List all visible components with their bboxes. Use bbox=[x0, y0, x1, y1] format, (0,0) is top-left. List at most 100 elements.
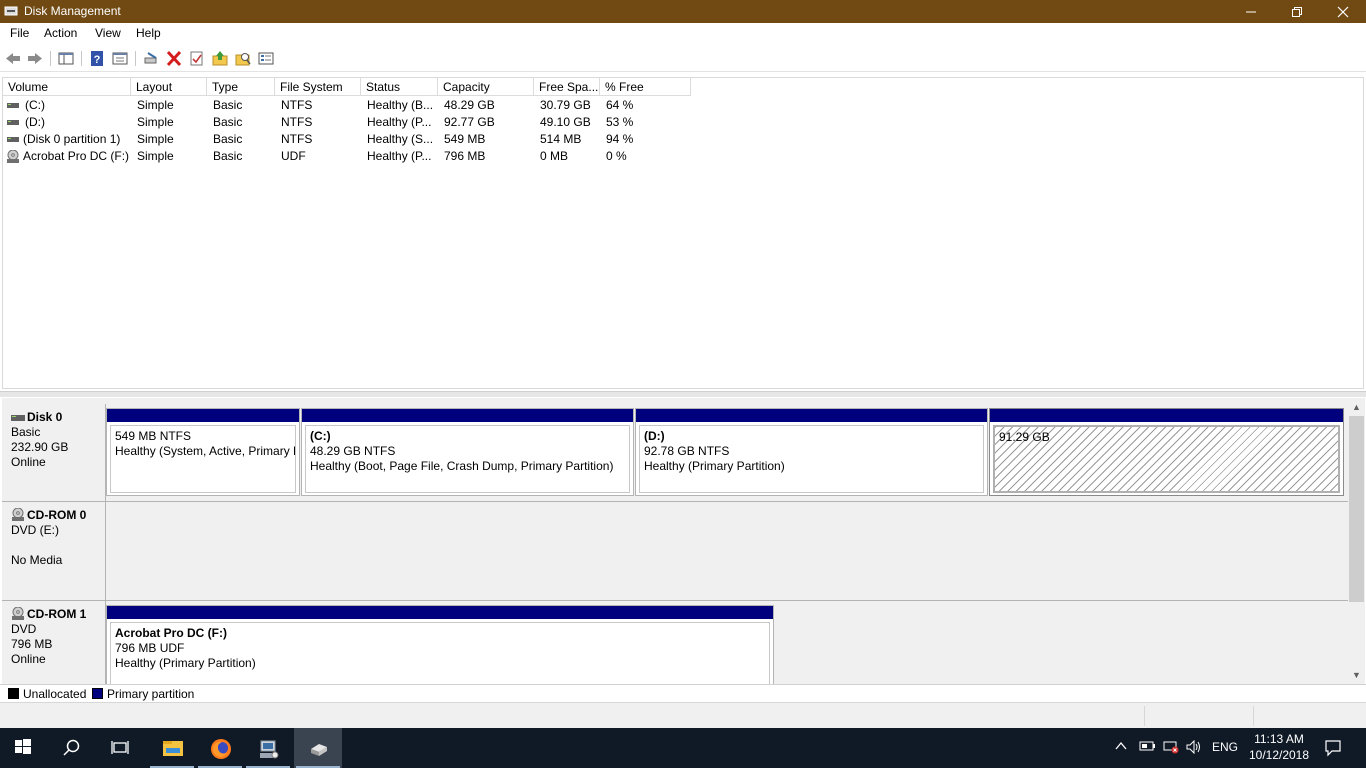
column-header-free-space[interactable]: Free Spa... bbox=[534, 78, 600, 96]
properties-button[interactable] bbox=[111, 50, 129, 67]
settings-button[interactable] bbox=[257, 50, 275, 67]
show-hidden-icons-icon[interactable] bbox=[1115, 740, 1127, 754]
scroll-up-icon[interactable]: ▲ bbox=[1352, 402, 1361, 412]
drive-icon bbox=[7, 137, 19, 142]
cell-percent-free: 53 % bbox=[606, 115, 634, 129]
task-view-button[interactable] bbox=[96, 728, 144, 768]
partition-size: 92.78 GB NTFS bbox=[644, 444, 730, 458]
delete-icon bbox=[166, 50, 182, 67]
cell-file-system: NTFS bbox=[281, 132, 313, 146]
show-hide-console-tree-button[interactable] bbox=[57, 50, 75, 67]
window-title: Disk Management bbox=[24, 4, 121, 18]
table-row[interactable]: (C:) Simple Basic NTFS Healthy (B... 48.… bbox=[3, 97, 693, 114]
disk-management-icon bbox=[4, 6, 18, 16]
partition-c[interactable]: (C:) 48.29 GB NTFS Healthy (Boot, Page F… bbox=[301, 408, 634, 496]
disk-0-label[interactable]: Disk 0 Basic 232.90 GB Online bbox=[2, 404, 106, 501]
volume-icon[interactable] bbox=[1186, 739, 1204, 757]
menu-view[interactable]: View bbox=[95, 26, 121, 40]
partition-name: (D:) bbox=[644, 429, 665, 443]
cell-type: Basic bbox=[213, 98, 243, 112]
scroll-down-icon[interactable]: ▼ bbox=[1352, 670, 1361, 680]
column-header-type[interactable]: Type bbox=[207, 78, 275, 96]
cell-status: Healthy (P... bbox=[367, 115, 432, 129]
cell-layout: Simple bbox=[137, 132, 174, 146]
column-header-percent-free[interactable]: % Free bbox=[600, 78, 691, 96]
task-view-icon bbox=[111, 741, 129, 754]
drive-icon bbox=[7, 103, 19, 108]
firefox-button[interactable] bbox=[196, 728, 244, 768]
table-row[interactable]: Acrobat Pro DC (F:) Simple Basic UDF Hea… bbox=[3, 148, 693, 165]
partition-d[interactable]: (D:) 92.78 GB NTFS Healthy (Primary Part… bbox=[635, 408, 988, 496]
disk-management-taskbar-button[interactable] bbox=[294, 728, 342, 768]
column-header-file-system[interactable]: File System bbox=[275, 78, 361, 96]
connect-button[interactable] bbox=[142, 50, 160, 67]
file-explorer-button[interactable] bbox=[148, 728, 196, 768]
check-icon bbox=[190, 51, 203, 66]
open-button[interactable] bbox=[211, 50, 229, 67]
menu-help[interactable]: Help bbox=[136, 26, 161, 40]
cd-rom-0-label[interactable]: CD-ROM 0 DVD (E:) No Media bbox=[2, 502, 106, 600]
disk-name: Disk 0 bbox=[27, 410, 63, 424]
disk-row-separator bbox=[2, 501, 1348, 502]
partition-acrobat-f[interactable]: Acrobat Pro DC (F:) 796 MB UDF Healthy (… bbox=[106, 605, 774, 684]
forward-button[interactable] bbox=[26, 50, 44, 67]
cell-percent-free: 94 % bbox=[606, 132, 634, 146]
table-row[interactable]: (Disk 0 partition 1) Simple Basic NTFS H… bbox=[3, 131, 693, 148]
help-button[interactable]: ? bbox=[88, 50, 106, 67]
cell-type: Basic bbox=[213, 132, 243, 146]
network-disconnected-icon[interactable] bbox=[1162, 740, 1180, 757]
pane-splitter[interactable] bbox=[0, 391, 1366, 397]
cd-rom-1-label[interactable]: CD-ROM 1 DVD 796 MB Online bbox=[2, 601, 106, 684]
column-header-layout[interactable]: Layout bbox=[131, 78, 207, 96]
unallocated-swatch bbox=[8, 688, 19, 699]
cell-capacity: 48.29 GB bbox=[444, 98, 495, 112]
cell-file-system: NTFS bbox=[281, 115, 313, 129]
explore-button[interactable] bbox=[234, 50, 252, 67]
restore-icon bbox=[1292, 7, 1302, 17]
status-divider bbox=[1144, 706, 1145, 726]
scrollbar-thumb[interactable] bbox=[1349, 416, 1364, 602]
legend-unallocated: Unallocated bbox=[23, 687, 87, 701]
partition-body: Acrobat Pro DC (F:) 796 MB UDF Healthy (… bbox=[110, 622, 770, 684]
check-button[interactable] bbox=[188, 50, 206, 67]
toolbar-separator bbox=[81, 51, 82, 66]
partition-system-reserved[interactable]: 549 MB NTFS Healthy (System, Active, Pri… bbox=[106, 408, 300, 496]
clock[interactable]: 11:13 AM 10/12/2018 bbox=[1245, 731, 1313, 763]
cell-status: Healthy (S... bbox=[367, 132, 434, 146]
delete-button[interactable] bbox=[165, 50, 183, 67]
partition-status: Healthy (Primary Partition) bbox=[115, 656, 256, 670]
cell-capacity: 549 MB bbox=[444, 132, 486, 146]
close-button[interactable] bbox=[1320, 0, 1366, 23]
clock-time: 11:13 AM bbox=[1254, 732, 1304, 746]
column-header-status[interactable]: Status bbox=[361, 78, 438, 96]
search-button[interactable] bbox=[48, 728, 96, 768]
disk-row-separator bbox=[2, 600, 1348, 601]
unallocated-space[interactable]: 91.29 GB bbox=[989, 408, 1344, 496]
computer-management-button[interactable] bbox=[244, 728, 292, 768]
partition-size: 549 MB NTFS bbox=[115, 429, 192, 443]
cell-volume: Acrobat Pro DC (F:) bbox=[23, 149, 130, 163]
restore-button[interactable] bbox=[1274, 0, 1320, 23]
status-bar bbox=[0, 702, 1366, 728]
cell-free-space: 30.79 GB bbox=[540, 98, 591, 112]
column-header-volume[interactable]: Volume bbox=[3, 78, 131, 96]
battery-icon[interactable] bbox=[1138, 740, 1156, 755]
back-button[interactable] bbox=[4, 50, 22, 67]
cell-layout: Simple bbox=[137, 115, 174, 129]
action-center-icon[interactable] bbox=[1324, 739, 1342, 760]
minimize-button[interactable] bbox=[1228, 0, 1274, 23]
table-row[interactable]: (D:) Simple Basic NTFS Healthy (P... 92.… bbox=[3, 114, 693, 131]
menu-file[interactable]: File bbox=[10, 26, 29, 40]
start-button[interactable] bbox=[0, 728, 48, 768]
menu-action[interactable]: Action bbox=[44, 26, 77, 40]
cell-layout: Simple bbox=[137, 98, 174, 112]
vertical-scrollbar[interactable]: ▲ ▼ bbox=[1348, 398, 1365, 684]
explore-icon bbox=[235, 53, 251, 66]
cd-drive-icon bbox=[12, 607, 24, 620]
primary-partition-bar bbox=[107, 409, 299, 422]
input-language[interactable]: ENG bbox=[1212, 740, 1238, 754]
column-header-capacity[interactable]: Capacity bbox=[438, 78, 534, 96]
svg-text:?: ? bbox=[94, 54, 101, 66]
file-explorer-icon bbox=[163, 741, 183, 756]
volume-list: Volume Layout Type File System Status Ca… bbox=[2, 77, 1364, 389]
